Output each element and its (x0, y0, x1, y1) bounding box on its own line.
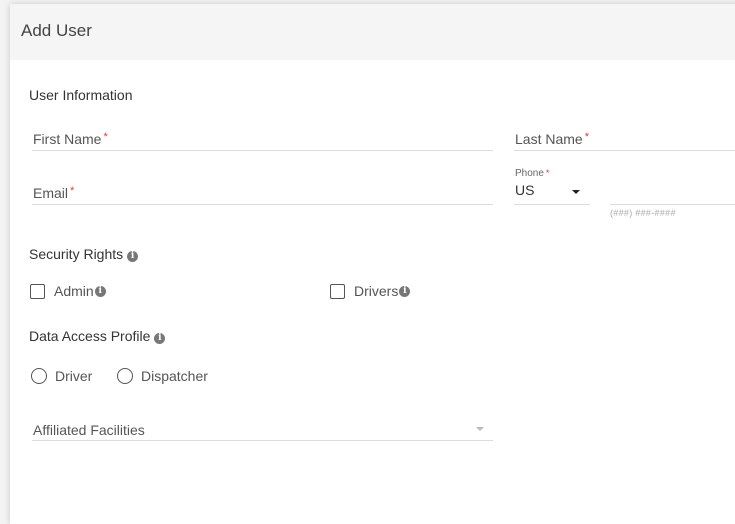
security-rights-title: Security Rights i (29, 246, 139, 262)
admin-label: Admin (54, 283, 94, 299)
dispatcher-label: Dispatcher (141, 368, 208, 384)
first-name-underline (32, 150, 493, 151)
email-underline (32, 204, 493, 205)
affiliated-facilities-label: Affiliated Facilities (33, 422, 145, 438)
dispatcher-radio[interactable]: Dispatcher (117, 368, 208, 384)
radio-circle[interactable] (31, 368, 47, 384)
chevron-down-icon[interactable] (476, 427, 484, 431)
affiliated-facilities-underline (32, 440, 493, 441)
info-icon[interactable]: i (154, 333, 166, 344)
radio-circle[interactable] (117, 368, 133, 384)
drivers-checkbox[interactable]: Drivers i (330, 283, 411, 299)
data-access-profile-title: Data Access Profile i (29, 328, 166, 344)
admin-checkbox[interactable]: Admin i (30, 283, 106, 299)
add-user-dialog: Add User User Information First Name * La… (10, 4, 735, 524)
required-marker: * (584, 131, 589, 143)
driver-label: Driver (55, 368, 93, 384)
checkbox-box[interactable] (330, 283, 345, 299)
phone-number-underline (610, 204, 735, 205)
checkbox-box[interactable] (30, 283, 45, 299)
phone-label: Phone * (515, 168, 550, 179)
dialog-header: Add User (10, 4, 735, 60)
first-name-label: First Name * (33, 131, 108, 147)
required-marker: * (545, 168, 550, 178)
last-name-underline (514, 150, 735, 151)
info-icon[interactable]: i (127, 251, 139, 262)
phone-number-hint: (###) ###-#### (610, 208, 676, 218)
last-name-label: Last Name * (515, 131, 589, 147)
info-icon[interactable]: i (399, 285, 411, 297)
info-icon[interactable]: i (94, 285, 106, 297)
chevron-down-icon (572, 190, 580, 194)
drivers-label: Drivers (354, 283, 399, 299)
email-label: Email * (33, 185, 75, 201)
required-marker: * (103, 131, 108, 143)
user-information-title: User Information (29, 87, 133, 103)
phone-country-underline (514, 204, 590, 205)
phone-country-value: US (515, 182, 535, 198)
driver-radio[interactable]: Driver (31, 368, 92, 384)
dialog-title: Add User (21, 21, 92, 40)
required-marker: * (70, 185, 75, 197)
